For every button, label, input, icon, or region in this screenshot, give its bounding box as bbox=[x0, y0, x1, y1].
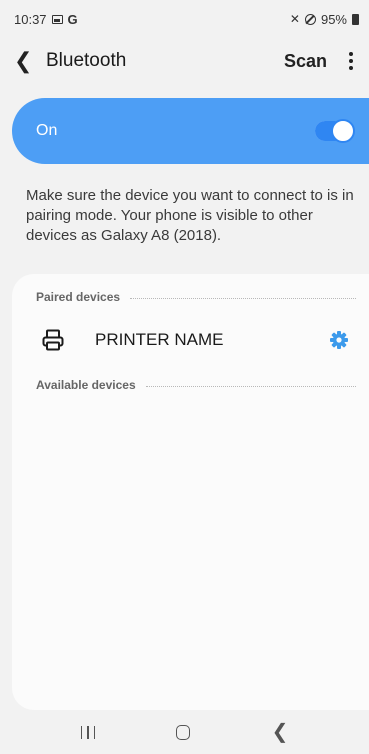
status-right: ✕ 95% bbox=[290, 12, 359, 27]
mute-icon: ✕ bbox=[289, 12, 300, 26]
devices-panel: Paired devices PRINTER NAME Available de… bbox=[12, 274, 369, 710]
status-left: 10:37 G bbox=[14, 12, 78, 27]
battery-icon bbox=[352, 13, 359, 25]
recents-icon[interactable] bbox=[80, 725, 96, 739]
paired-devices-label: Paired devices bbox=[36, 290, 121, 304]
back-icon[interactable]: ❮ bbox=[272, 722, 289, 742]
battery-level: 95% bbox=[320, 11, 347, 27]
printer-icon bbox=[42, 329, 64, 351]
more-vertical-icon[interactable] bbox=[345, 50, 357, 72]
google-icon: G bbox=[67, 11, 78, 27]
bluetooth-screen: 10:37 G ✕ 95% ❮ Bluetooth Scan On Make s… bbox=[0, 0, 369, 754]
pairing-description: Make sure the device you want to connect… bbox=[26, 187, 354, 244]
switch-knob bbox=[331, 119, 355, 143]
scan-button[interactable]: Scan bbox=[284, 51, 327, 72]
available-devices-label: Available devices bbox=[36, 378, 136, 392]
block-icon bbox=[304, 13, 316, 25]
back-arrow-icon[interactable]: ❮ bbox=[14, 50, 40, 72]
divider bbox=[130, 297, 356, 299]
home-icon[interactable] bbox=[176, 724, 191, 740]
status-bar: 10:37 G ✕ 95% bbox=[0, 0, 369, 38]
toggle-label: On bbox=[36, 122, 58, 139]
device-name: PRINTER NAME bbox=[95, 330, 224, 349]
status-time: 10:37 bbox=[14, 11, 47, 27]
paired-device-row[interactable]: PRINTER NAME bbox=[12, 318, 369, 362]
bluetooth-toggle-card[interactable]: On bbox=[12, 98, 369, 164]
navigation-bar: ❮ bbox=[0, 710, 369, 754]
available-devices-header: Available devices bbox=[36, 378, 356, 392]
bluetooth-switch[interactable] bbox=[315, 119, 355, 143]
page-title: Bluetooth bbox=[46, 50, 127, 71]
paired-devices-header: Paired devices bbox=[36, 290, 356, 304]
image-icon bbox=[51, 14, 63, 24]
gear-icon[interactable] bbox=[329, 330, 349, 350]
divider bbox=[145, 385, 356, 387]
app-header: ❮ Bluetooth Scan bbox=[0, 38, 369, 84]
